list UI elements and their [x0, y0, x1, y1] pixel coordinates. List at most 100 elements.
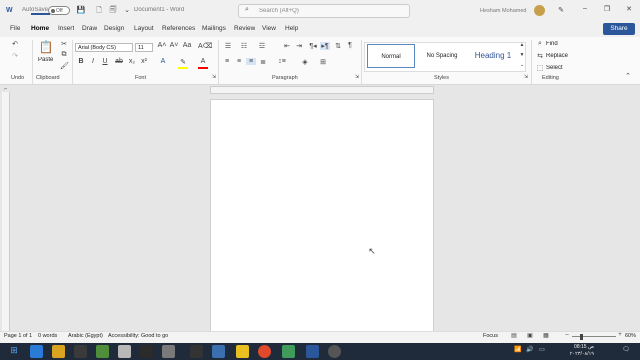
share-button[interactable]: Share	[603, 23, 635, 35]
clear-formatting-icon[interactable]: A⌫	[198, 42, 213, 50]
borders-icon[interactable]: ⊞	[318, 58, 328, 66]
font-color-icon[interactable]: A	[198, 58, 208, 65]
increase-indent-icon[interactable]: ⇥	[294, 42, 304, 50]
tab-draw[interactable]: Draw	[82, 25, 97, 32]
read-mode-icon[interactable]: ▤	[510, 332, 518, 339]
align-left-icon[interactable]: ≡	[222, 58, 232, 65]
grow-font-icon[interactable]: A˄	[157, 42, 167, 49]
print-preview-icon[interactable]: 🗐	[108, 6, 118, 17]
vertical-ruler[interactable]	[2, 92, 10, 332]
avatar[interactable]	[534, 5, 545, 16]
tab-review[interactable]: Review	[234, 25, 255, 32]
italic-icon[interactable]: I	[89, 58, 97, 65]
styles-scroll-up-icon[interactable]: ▲	[518, 42, 526, 48]
app-icon[interactable]	[140, 345, 153, 358]
app-icon[interactable]	[212, 345, 225, 358]
search-input[interactable]: ⌕ Search (Alt+Q)	[238, 4, 410, 18]
multilevel-list-icon[interactable]: ☲	[256, 42, 268, 50]
style-no-spacing[interactable]: No Spacing	[418, 44, 466, 68]
line-spacing-icon[interactable]: ↕≡	[276, 58, 288, 65]
cut-icon[interactable]: ✂	[60, 40, 68, 48]
chrome-icon[interactable]	[258, 345, 271, 358]
save-icon[interactable]: 💾	[76, 6, 86, 14]
format-painter-icon[interactable]: 🖌	[60, 62, 69, 70]
app-icon[interactable]	[328, 345, 341, 358]
decrease-indent-icon[interactable]: ⇤	[282, 42, 292, 50]
bullets-icon[interactable]: ☰	[222, 42, 234, 50]
tab-mailings[interactable]: Mailings	[202, 25, 226, 32]
language[interactable]: Arabic (Egypt)	[68, 333, 103, 339]
style-heading-1[interactable]: Heading 1	[468, 44, 518, 68]
text-effects-icon[interactable]: A	[158, 58, 168, 65]
collapse-ribbon-icon[interactable]: ⌃	[624, 72, 632, 80]
tab-home[interactable]: Home	[31, 25, 49, 32]
sort-icon[interactable]: ⇅	[334, 42, 342, 50]
paste-label[interactable]: Paste	[38, 57, 53, 63]
zoom-out-icon[interactable]: –	[564, 332, 570, 338]
replace-button[interactable]: Replace	[546, 53, 568, 59]
page-count[interactable]: Page 1 of 1	[4, 333, 32, 339]
styles-scroll-down-icon[interactable]: ▼	[518, 52, 526, 58]
focus-button[interactable]: Focus	[483, 333, 498, 339]
find-button[interactable]: Find	[546, 41, 558, 47]
tab-file[interactable]: File	[10, 25, 20, 32]
align-center-icon[interactable]: ≡	[234, 58, 244, 65]
styles-dialog-launcher-icon[interactable]: ⇲	[523, 74, 529, 80]
tab-design[interactable]: Design	[104, 25, 124, 32]
zoom-slider[interactable]	[572, 336, 616, 337]
word-count[interactable]: 0 words	[38, 333, 57, 339]
font-name-dropdown[interactable]: Arial (Body CS)	[75, 43, 133, 52]
zoom-level[interactable]: 60%	[625, 333, 636, 339]
edge-icon[interactable]	[30, 345, 43, 358]
restore-icon[interactable]: ❐	[602, 5, 612, 13]
minimize-icon[interactable]: –	[580, 5, 590, 12]
strikethrough-icon[interactable]: ab	[114, 58, 124, 65]
ltr-icon[interactable]: ▸¶	[320, 42, 330, 50]
tab-view[interactable]: View	[262, 25, 276, 32]
document-page[interactable]	[210, 99, 434, 334]
volume-icon[interactable]: 🔊	[526, 346, 534, 353]
numbering-icon[interactable]: ☷	[238, 42, 250, 50]
pen-icon[interactable]: ✎	[556, 6, 566, 14]
copy-icon[interactable]: ⧉	[60, 51, 68, 59]
app-icon[interactable]	[96, 345, 109, 358]
more-commands-icon[interactable]: ⌄	[122, 6, 132, 14]
tab-insert[interactable]: Insert	[58, 25, 74, 32]
select-icon[interactable]: ⬚	[536, 64, 544, 72]
user-name[interactable]: Hesham Mohamed	[480, 8, 532, 14]
tab-help[interactable]: Help	[285, 25, 298, 32]
close-icon[interactable]: ✕	[624, 5, 634, 13]
store-icon[interactable]	[74, 345, 87, 358]
battery-icon[interactable]: ▭	[538, 346, 546, 353]
print-layout-icon[interactable]: ▣	[526, 332, 534, 339]
clock-date[interactable]: ٢٠٢٣/٠٨/١٩	[556, 351, 594, 357]
windows-start-icon[interactable]: ⊞	[8, 345, 20, 356]
highlight-icon[interactable]: ✎	[178, 58, 188, 66]
undo-icon[interactable]: ↶	[10, 40, 20, 48]
align-right-icon[interactable]: ≡	[246, 58, 256, 65]
bold-icon[interactable]: B	[77, 58, 85, 65]
justify-icon[interactable]: ≣	[258, 58, 268, 66]
network-icon[interactable]: 📶	[514, 346, 522, 353]
tab-references[interactable]: References	[162, 25, 195, 32]
superscript-icon[interactable]: x²	[140, 58, 148, 65]
clock-time[interactable]: 08:15 ص	[560, 344, 594, 350]
shrink-font-icon[interactable]: A˅	[169, 42, 179, 49]
zoom-slider-thumb[interactable]	[580, 334, 583, 340]
new-document-icon[interactable]: 🗋	[94, 6, 104, 17]
style-normal[interactable]: Normal	[367, 44, 415, 68]
app-icon[interactable]	[236, 345, 249, 358]
paragraph-dialog-launcher-icon[interactable]: ⇲	[354, 74, 360, 80]
show-formatting-icon[interactable]: ¶	[346, 42, 354, 49]
accessibility-status[interactable]: Accessibility: Good to go	[108, 333, 168, 339]
word-taskbar-icon[interactable]	[306, 345, 319, 358]
app-icon[interactable]	[162, 345, 175, 358]
horizontal-ruler[interactable]	[210, 86, 434, 94]
notifications-icon[interactable]: 🗨	[622, 346, 630, 353]
web-layout-icon[interactable]: ▦	[542, 332, 550, 339]
replace-icon[interactable]: ⇆	[536, 52, 544, 60]
change-case-icon[interactable]: Aa	[182, 42, 192, 49]
select-button[interactable]: Select	[546, 65, 563, 71]
styles-more-icon[interactable]: ⌄	[518, 62, 526, 68]
app-icon[interactable]	[118, 345, 131, 358]
